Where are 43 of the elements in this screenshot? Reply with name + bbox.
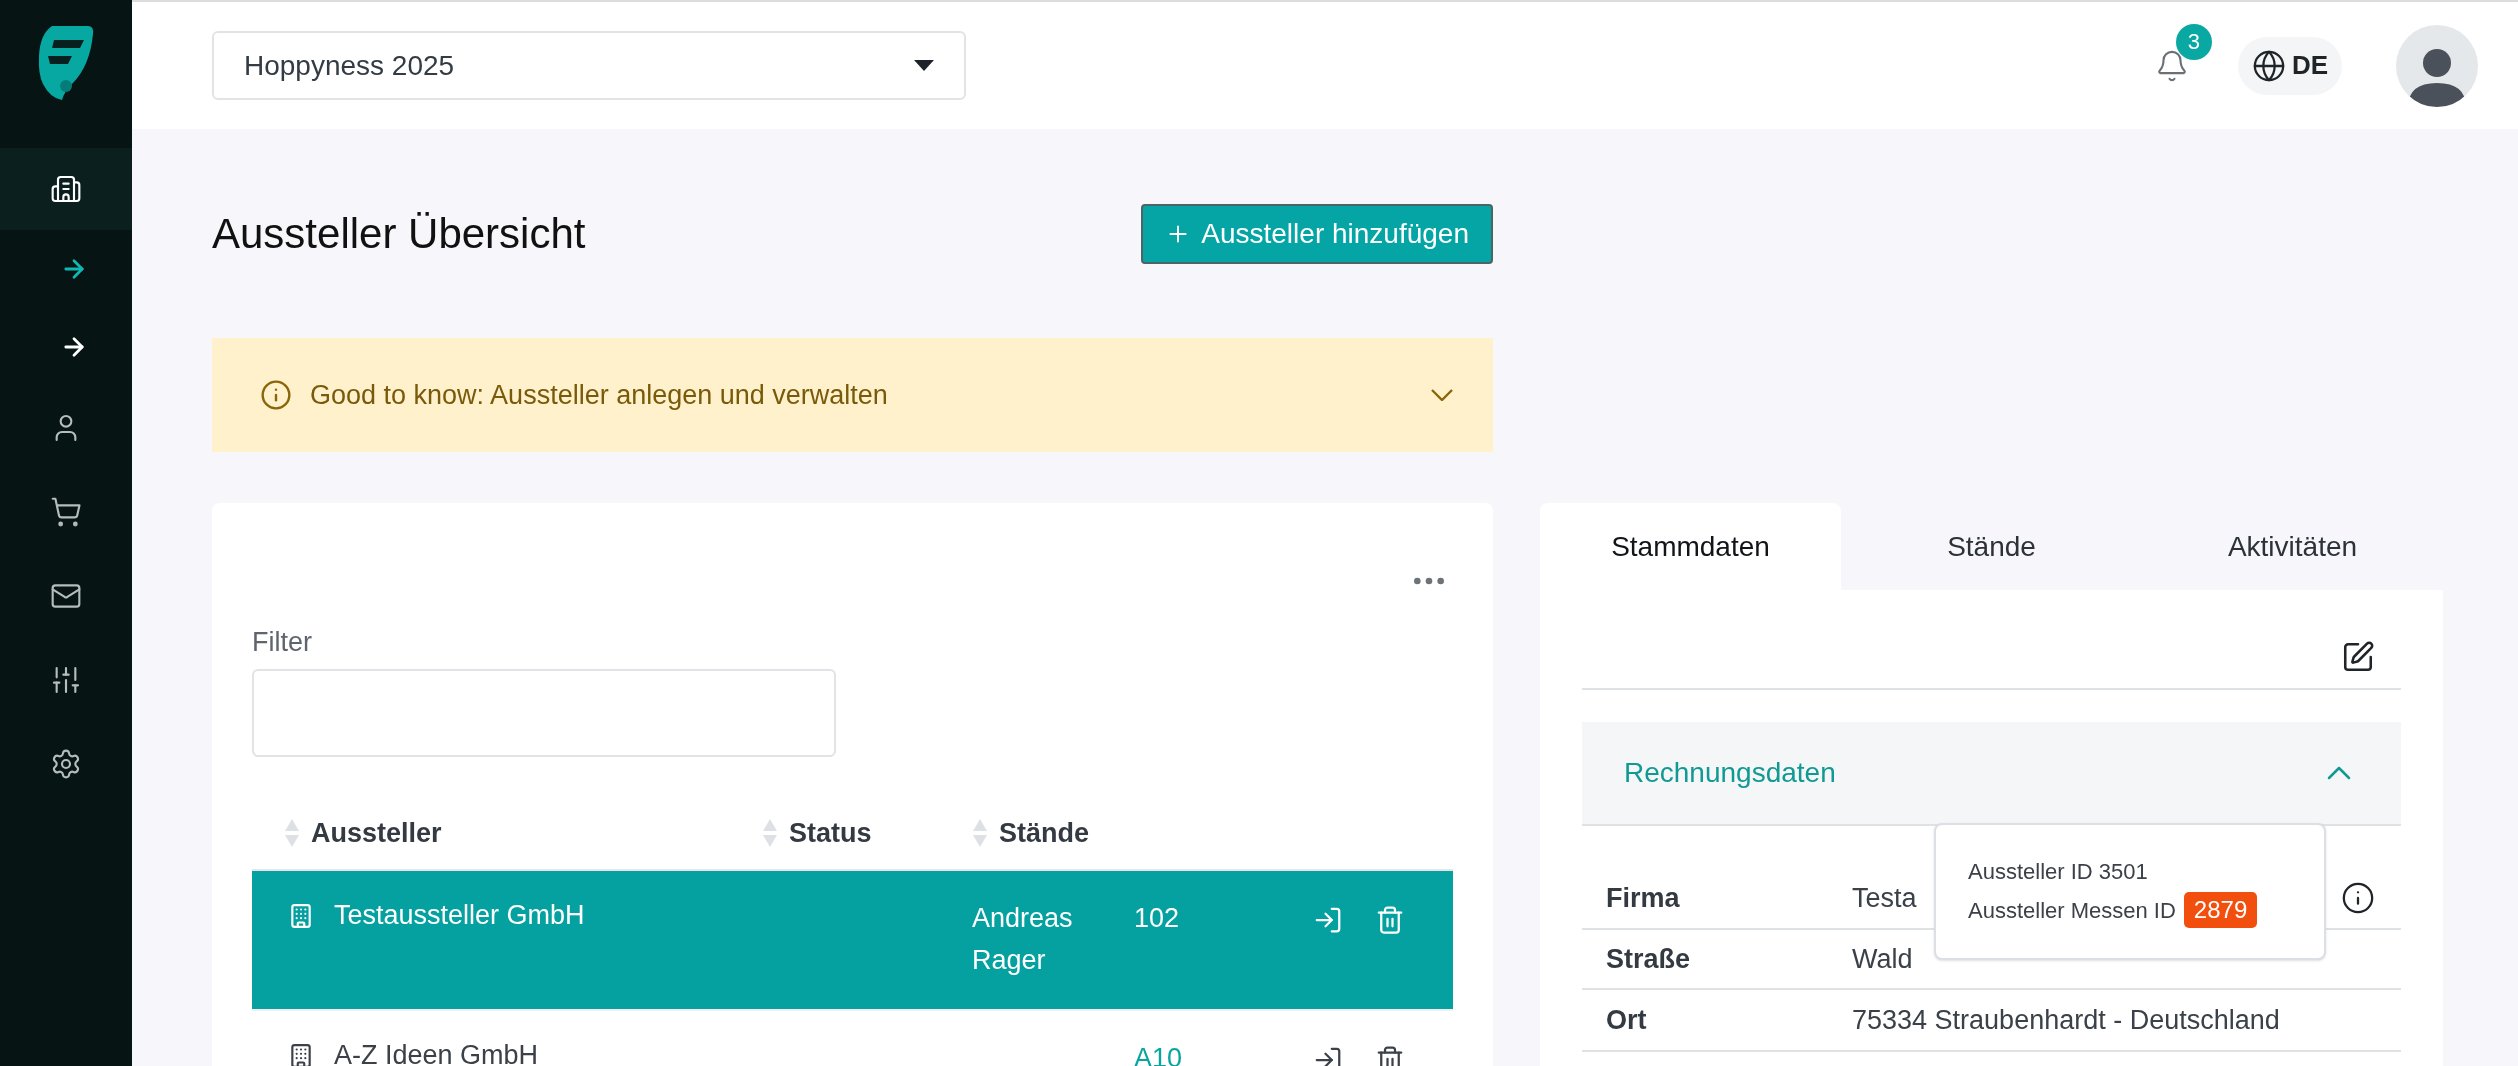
chevron-down-icon[interactable] [1431, 389, 1453, 401]
column-header[interactable]: Status [789, 812, 872, 853]
globe-icon [2251, 48, 2286, 83]
sliders-icon [50, 664, 82, 696]
delete-icon[interactable] [1375, 1045, 1405, 1066]
filter-field[interactable] [252, 668, 836, 757]
sidebar-item[interactable] [0, 148, 132, 230]
id-badge: 2879 [2183, 892, 2258, 928]
edit-icon[interactable] [2341, 640, 2375, 674]
field-value: 75334 Straubenhardt - Deutschland [1852, 1004, 2280, 1035]
notification-badge: 3 [2175, 23, 2212, 60]
event-select[interactable]: Hoppyness 2025 [212, 31, 966, 100]
field-value: Wald [1852, 943, 1913, 974]
field-value: Testa [1852, 882, 1917, 913]
page-title: Aussteller Übersicht [212, 209, 586, 259]
exhibitor-name: Testaussteller GmbH [334, 899, 585, 932]
sort-icon [973, 818, 987, 847]
info-icon[interactable] [2341, 881, 2375, 915]
sort-icon [285, 818, 299, 847]
stand-number: 102 [1134, 903, 1180, 933]
field-label: Straße [1605, 942, 1692, 976]
settings-icon [50, 748, 82, 780]
exhibitor-name: A-Z Ideen GmbH [334, 1039, 539, 1066]
login-icon[interactable] [1313, 1045, 1343, 1066]
info-banner[interactable]: Good to know: Aussteller anlegen und verwalten [212, 338, 1493, 452]
field-label: Ort [1605, 1003, 1648, 1037]
cart-icon [50, 496, 82, 528]
sort-icon [763, 818, 777, 847]
field-label: Firma [1605, 881, 1681, 915]
filter-label: Filter [252, 626, 313, 659]
info-banner-text: Good to know: Aussteller anlegen und verwalten [310, 378, 889, 412]
building-icon [288, 1043, 314, 1066]
tooltip-text: Aussteller Messen ID [1968, 896, 2176, 925]
contact-name: Andreas Rager [972, 902, 1074, 977]
tab[interactable]: Stammdaten [1540, 503, 1841, 590]
building-icon [50, 173, 82, 205]
language-button[interactable]: DE [2237, 36, 2342, 95]
dropdown-caret-icon [914, 59, 934, 72]
info-icon [260, 379, 292, 411]
column-header[interactable]: Stände [999, 812, 1090, 853]
tooltip-text: Aussteller ID 3501 [1968, 858, 2148, 886]
building-icon [288, 903, 314, 929]
column-header[interactable]: Aussteller [311, 812, 442, 853]
